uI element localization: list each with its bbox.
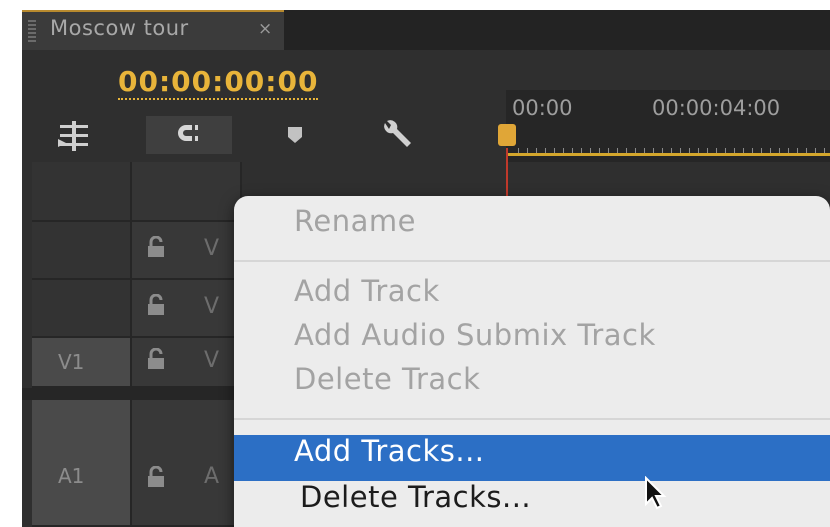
track-name: V	[204, 294, 220, 319]
menu-item-delete-tracks[interactable]: Delete Tracks...	[300, 480, 531, 514]
timeline-panel: Moscow tour × 00:00:00:00 00:00 00:00:04…	[22, 10, 830, 527]
time-ruler[interactable]: 00:00 00:00:04:00	[506, 90, 830, 162]
menu-separator	[234, 418, 830, 420]
track-label: A1	[58, 464, 85, 488]
snap-magnet-icon	[176, 122, 202, 148]
track-header-blank	[132, 162, 242, 222]
track-target-cell[interactable]	[32, 222, 132, 280]
menu-separator	[234, 260, 830, 262]
menu-item-add-tracks[interactable]: Add Tracks...	[294, 434, 485, 468]
marker-icon[interactable]	[280, 120, 310, 150]
lock-icon[interactable]	[146, 293, 166, 322]
insert-track-icon[interactable]	[54, 120, 94, 152]
playhead-handle[interactable]	[498, 124, 516, 146]
menu-item-add-track[interactable]: Add Track	[294, 274, 440, 308]
track-name: V	[204, 236, 220, 261]
wrench-icon[interactable]	[376, 116, 416, 154]
timecode-display[interactable]: 00:00:00:00	[118, 66, 319, 100]
menu-item-add-audio-submix-track[interactable]: Add Audio Submix Track	[294, 318, 656, 352]
track-header-a1[interactable]: A	[132, 400, 242, 527]
track-header-blank	[32, 162, 132, 222]
track-target-v1[interactable]: V1	[32, 338, 132, 388]
track-divider[interactable]	[22, 388, 252, 400]
lock-icon[interactable]	[146, 465, 166, 494]
panel-tab-bar: Moscow tour ×	[22, 10, 830, 50]
track-context-menu: Rename Add Track Add Audio Submix Track …	[234, 196, 830, 527]
mouse-cursor-icon	[644, 475, 668, 514]
ruler-time-label: 00:00:04:00	[652, 96, 781, 120]
snap-toggle-button[interactable]	[146, 116, 232, 154]
tab-sequence[interactable]: Moscow tour ×	[22, 10, 284, 50]
tab-grip-icon[interactable]	[28, 20, 36, 42]
close-icon[interactable]: ×	[258, 19, 272, 39]
ruler-time-label: 00:00	[512, 96, 573, 120]
lock-icon[interactable]	[146, 347, 166, 376]
track-name: A	[204, 464, 220, 489]
menu-item-delete-track[interactable]: Delete Track	[294, 362, 480, 396]
track-header-video[interactable]: V	[132, 280, 242, 338]
track-header-v1[interactable]: V	[132, 338, 242, 388]
work-area-bar[interactable]	[506, 153, 830, 156]
lock-icon[interactable]	[146, 235, 166, 264]
track-target-a1[interactable]: A1	[32, 400, 132, 527]
track-label: V1	[58, 350, 85, 374]
track-name: V	[204, 348, 220, 373]
track-header-video[interactable]: V	[132, 222, 242, 280]
tab-title: Moscow tour	[50, 16, 189, 40]
track-target-cell[interactable]	[32, 280, 132, 338]
menu-item-rename[interactable]: Rename	[294, 204, 416, 238]
